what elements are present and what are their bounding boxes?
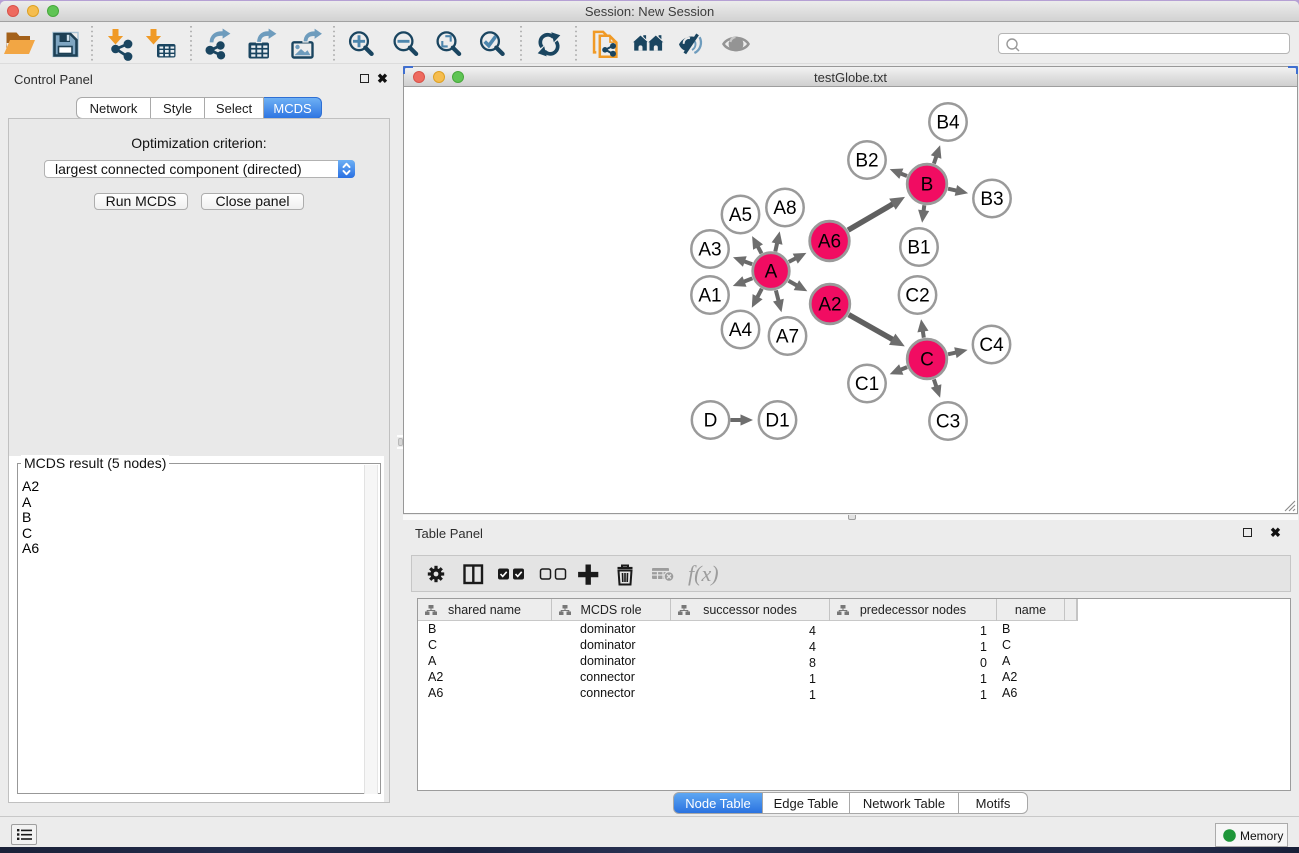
- svg-text:A5: A5: [729, 205, 752, 226]
- svg-text:A7: A7: [776, 327, 799, 348]
- svg-text:A: A: [765, 262, 778, 283]
- svg-text:D1: D1: [765, 411, 789, 432]
- svg-text:C1: C1: [855, 374, 879, 395]
- svg-text:B1: B1: [907, 238, 930, 259]
- svg-text:B4: B4: [936, 113, 960, 134]
- svg-text:A1: A1: [698, 286, 721, 307]
- svg-text:B: B: [921, 175, 934, 196]
- svg-text:B2: B2: [855, 151, 878, 172]
- svg-text:A2: A2: [818, 295, 841, 316]
- svg-text:D: D: [704, 411, 718, 432]
- svg-text:A6: A6: [818, 232, 841, 253]
- svg-text:A4: A4: [729, 320, 753, 341]
- svg-text:C: C: [920, 350, 934, 371]
- svg-text:f(x): f(x): [688, 561, 719, 586]
- svg-text:C4: C4: [979, 335, 1004, 356]
- svg-text:B3: B3: [980, 189, 1003, 210]
- svg-text:A3: A3: [698, 240, 721, 261]
- svg-text:A8: A8: [773, 198, 796, 219]
- svg-text:C3: C3: [936, 412, 960, 433]
- svg-text:C2: C2: [905, 286, 929, 307]
